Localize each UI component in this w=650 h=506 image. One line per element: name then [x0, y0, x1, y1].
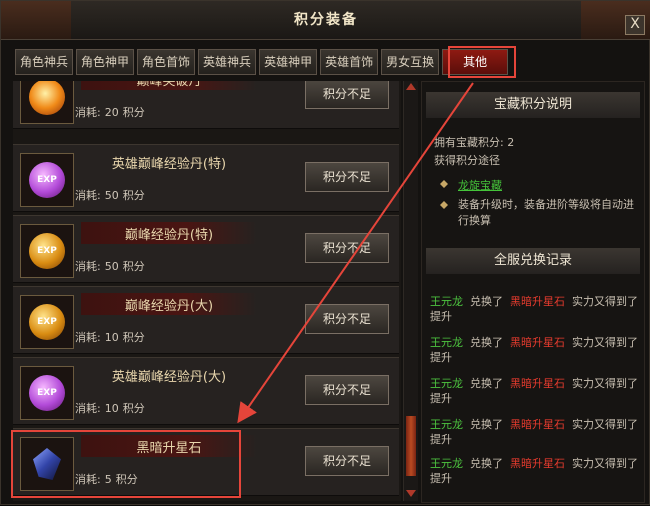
scroll-up-icon[interactable]	[406, 83, 416, 90]
exp-orb-gold-icon: EXP	[20, 295, 74, 349]
window-title: 积分装备	[294, 12, 358, 28]
item-cost: 消耗: 20 积分	[75, 106, 145, 119]
scroll-down-icon[interactable]	[406, 490, 416, 497]
exp-orb-gold-icon: EXP	[20, 224, 74, 278]
upgrade-note: 装备升级时，装备进阶等级将自动进行换算	[458, 198, 634, 227]
exchange-button[interactable]: 积分不足	[305, 233, 389, 263]
exp-orb-purple-icon: EXP	[20, 153, 74, 207]
exchange-button[interactable]: 积分不足	[305, 446, 389, 476]
tab-role-weapon[interactable]: 角色神兵	[15, 49, 74, 75]
item-cost: 消耗: 10 积分	[75, 331, 145, 344]
bullet-icon	[440, 180, 448, 188]
tab-hero-jewelry[interactable]: 英雄首饰	[320, 49, 379, 75]
bullet-icon	[440, 201, 448, 209]
list-item: EXP 巅峰经验丹(大) 消耗: 10 积分 积分不足	[13, 286, 399, 354]
ways-label: 获得积分途径	[434, 154, 500, 167]
dragon-treasure-link[interactable]: 龙旋宝藏	[458, 177, 502, 193]
record-entry: 王元龙 兑换了 黑暗升星石 实力又得到了提升	[430, 377, 638, 405]
item-cost: 消耗: 10 积分	[75, 402, 145, 415]
exchange-button[interactable]: 积分不足	[305, 304, 389, 334]
points-line: 拥有宝藏积分: 2	[434, 136, 515, 149]
record-entry: 王元龙 兑换了 黑暗升星石 实力又得到了提升	[430, 418, 638, 446]
fire-pill-icon	[20, 81, 74, 124]
info-heading: 宝藏积分说明	[426, 92, 640, 118]
record-entry: 王元龙 兑换了 黑暗升星石 实力又得到了提升	[430, 457, 638, 485]
records-heading: 全服兑换记录	[426, 248, 640, 274]
tab-role-jewelry[interactable]: 角色首饰	[137, 49, 196, 75]
tab-hero-weapon[interactable]: 英雄神兵	[198, 49, 257, 75]
item-name: 英雄巅峰经验丹(特)	[111, 157, 227, 172]
highlight-box-tab	[448, 46, 516, 78]
list-item: 巅峰突破丹 消耗: 20 积分 积分不足	[13, 81, 399, 129]
exp-orb-purple-icon: EXP	[20, 366, 74, 420]
item-name: 巅峰突破丹	[136, 81, 202, 89]
record-entry: 王元龙 兑换了 黑暗升星石 实力又得到了提升	[430, 336, 638, 364]
highlight-box-item	[11, 430, 241, 498]
item-name: 巅峰经验丹(特)	[124, 228, 214, 243]
tab-role-armor[interactable]: 角色神甲	[76, 49, 135, 75]
exchange-button[interactable]: 积分不足	[305, 81, 389, 109]
list-item: EXP 英雄巅峰经验丹(大) 消耗: 10 积分 积分不足	[13, 357, 399, 425]
close-button[interactable]: X	[625, 15, 645, 35]
exchange-button[interactable]: 积分不足	[305, 375, 389, 405]
tab-bar: 角色神兵 角色神甲 角色首饰 英雄神兵 英雄神甲 英雄首饰 男女互换 其他	[15, 49, 511, 75]
tab-hero-armor[interactable]: 英雄神甲	[259, 49, 318, 75]
exchange-button[interactable]: 积分不足	[305, 162, 389, 192]
item-cost: 消耗: 50 积分	[75, 260, 145, 273]
title-bar[interactable]: 积分装备 X	[1, 1, 650, 40]
tab-gender-swap[interactable]: 男女互换	[381, 49, 440, 75]
item-name: 英雄巅峰经验丹(大)	[111, 370, 227, 385]
scroll-thumb[interactable]	[406, 416, 416, 476]
points-value: 2	[507, 136, 515, 149]
item-cost: 消耗: 50 积分	[75, 189, 145, 202]
list-scrollbar[interactable]	[403, 81, 418, 501]
list-item: EXP 英雄巅峰经验丹(特) 消耗: 50 积分 积分不足	[13, 144, 399, 212]
record-entry: 王元龙 兑换了 黑暗升星石 实力又得到了提升	[430, 295, 638, 323]
list-item: EXP 巅峰经验丹(特) 消耗: 50 积分 积分不足	[13, 215, 399, 283]
info-panel: 宝藏积分说明 拥有宝藏积分: 2 获得积分途径 龙旋宝藏 装备升级时，装备进阶等…	[421, 81, 645, 503]
points-equipment-window: 积分装备 X 角色神兵 角色神甲 角色首饰 英雄神兵 英雄神甲 英雄首饰 男女互…	[0, 0, 650, 505]
item-name: 巅峰经验丹(大)	[124, 299, 214, 314]
